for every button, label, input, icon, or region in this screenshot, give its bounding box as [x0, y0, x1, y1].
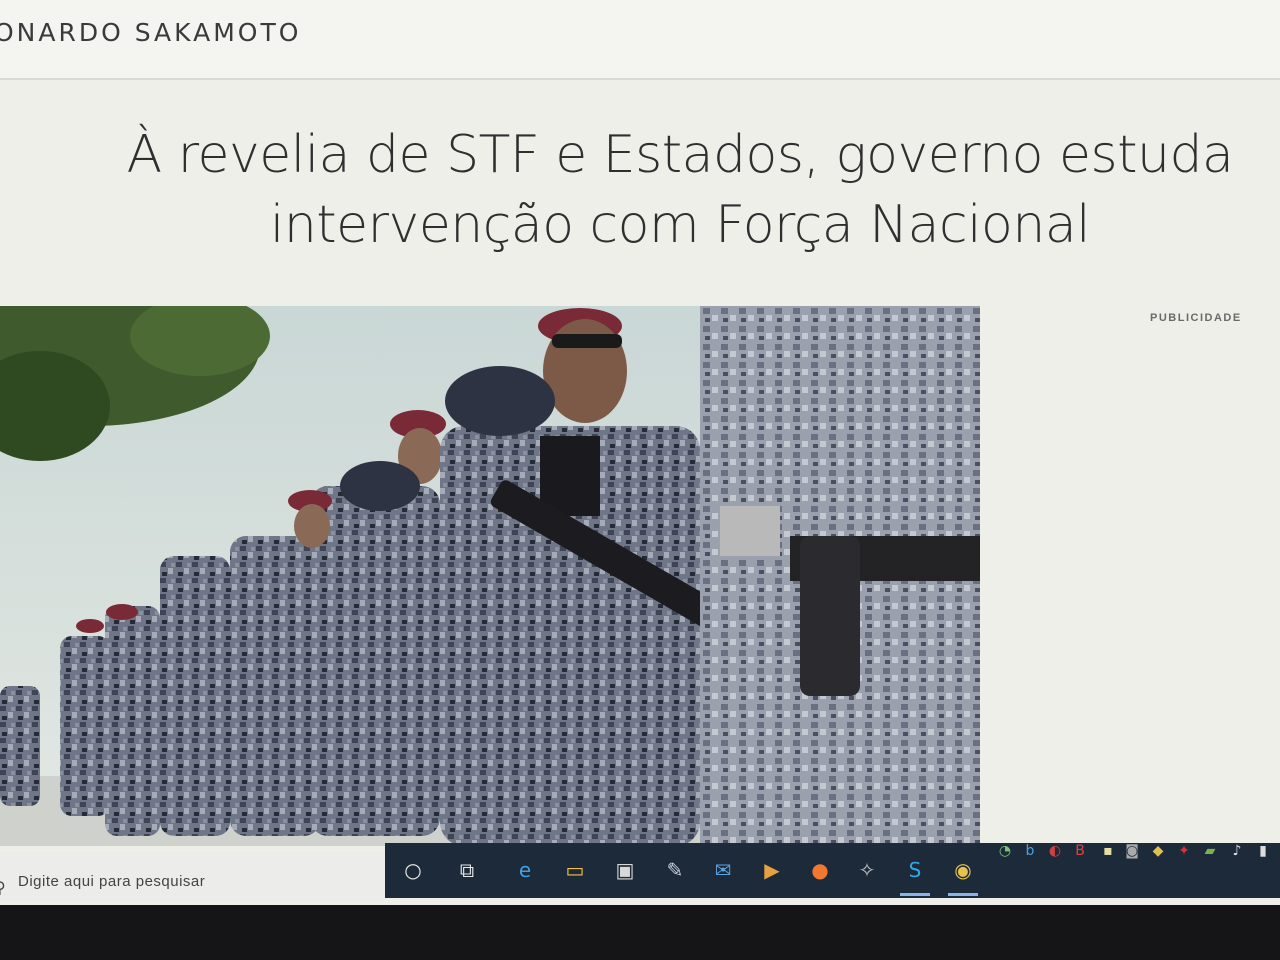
cortana-icon[interactable]: ○ — [398, 855, 428, 885]
paint-icon[interactable]: ✎ — [660, 855, 690, 885]
skype-icon[interactable]: S — [900, 855, 930, 885]
tray-icon[interactable]: ◙ — [1122, 840, 1142, 862]
file-explorer-icon[interactable]: ▭ — [560, 855, 590, 885]
media-icon[interactable]: ▶ — [757, 855, 787, 885]
soldiers-marching-photo — [0, 306, 980, 846]
taskbar-search-input[interactable]: Digite aqui para pesquisar — [18, 873, 205, 890]
store-icon[interactable]: ▣ — [610, 855, 640, 885]
tray-icon[interactable]: B — [1070, 840, 1090, 862]
ad-label: PUBLICIDADE — [1150, 312, 1242, 324]
author-name[interactable]: ONARDO SAKAMOTO — [0, 18, 301, 47]
skype-active-indicator — [900, 893, 930, 896]
edge-icon[interactable]: e — [510, 855, 540, 885]
volume-icon[interactable]: ♪ — [1227, 840, 1247, 862]
nvidia-icon[interactable]: ▰ — [1200, 840, 1220, 862]
bing-icon[interactable]: b — [1020, 840, 1040, 862]
article-photo[interactable] — [0, 306, 980, 846]
tray-icon[interactable]: ▪ — [1098, 840, 1118, 862]
site-header: ONARDO SAKAMOTO — [0, 0, 1280, 80]
battery-icon[interactable]: ▮ — [1253, 840, 1273, 862]
acrobat-icon[interactable]: ✦ — [1174, 840, 1194, 862]
chrome-active-indicator — [948, 893, 978, 896]
app-icon[interactable]: ✧ — [852, 855, 882, 885]
mail-icon[interactable]: ✉ — [708, 855, 738, 885]
tray-icon[interactable]: ◆ — [1148, 840, 1168, 862]
tray-icon[interactable]: ◐ — [1045, 840, 1065, 862]
firefox-icon[interactable]: ● — [805, 855, 835, 885]
task-view-icon[interactable]: ⧉ — [452, 855, 482, 885]
headline-line-2: intervenção com Força Nacional — [269, 195, 1091, 255]
headline-line-1: À revelia de STF e Estados, governo estu… — [126, 125, 1234, 185]
monitor-bezel — [0, 905, 1280, 960]
search-icon[interactable]: ⚲ — [0, 878, 6, 897]
chrome-icon[interactable]: ◉ — [948, 855, 978, 885]
browser-screen: ONARDO SAKAMOTO À revelia de STF e Estad… — [0, 0, 1280, 905]
tray-icon[interactable]: ◔ — [995, 840, 1015, 862]
article-headline: À revelia de STF e Estados, governo estu… — [60, 120, 1280, 260]
